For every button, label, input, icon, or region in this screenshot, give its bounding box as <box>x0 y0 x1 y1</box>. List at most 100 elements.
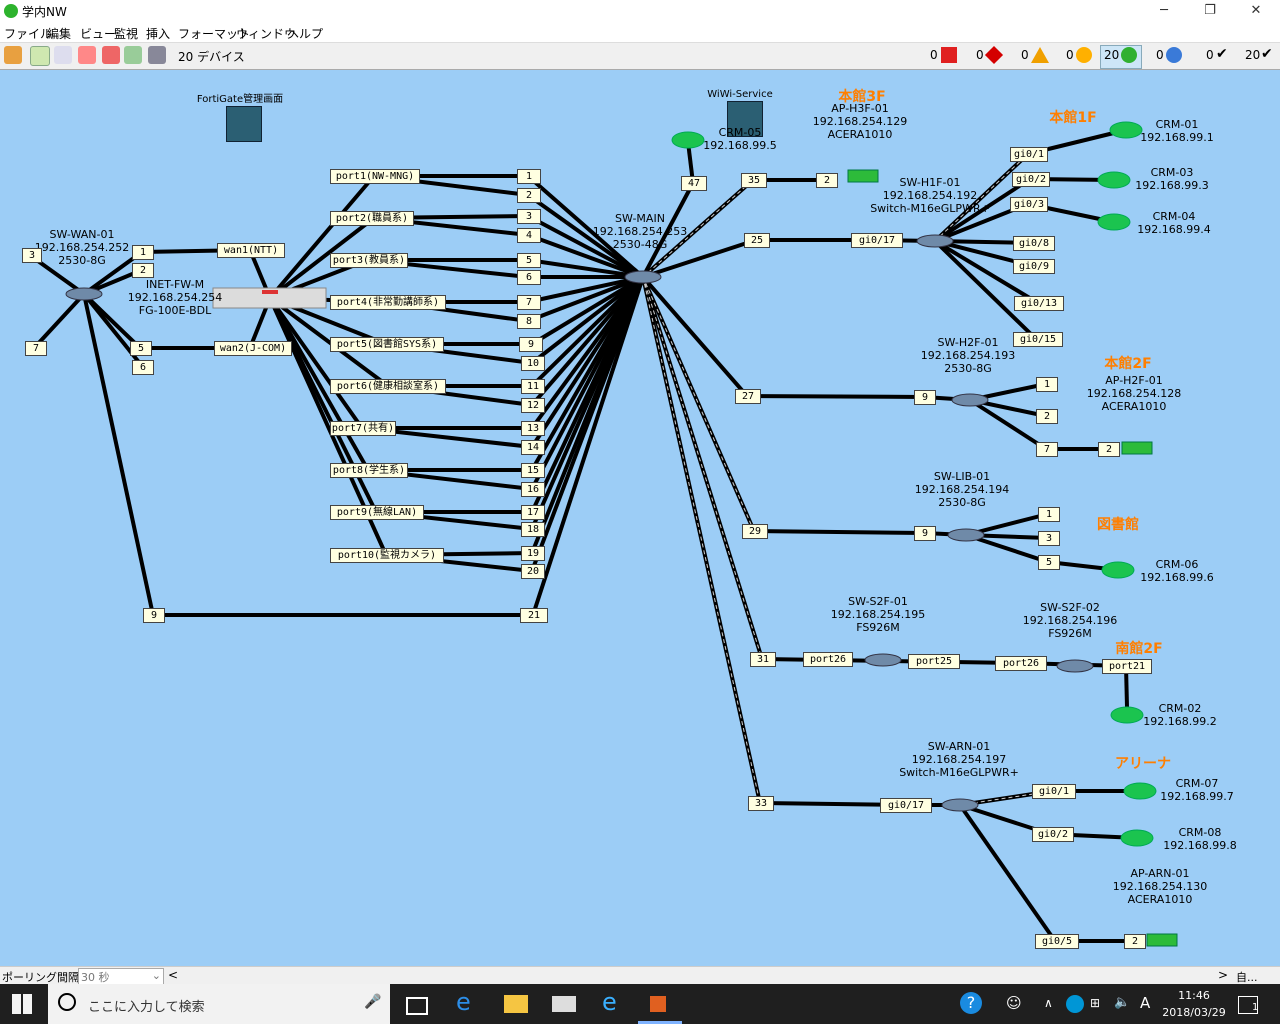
port-box[interactable]: gi0/2 <box>1032 827 1074 842</box>
warning-triangle-icon[interactable] <box>1031 47 1049 63</box>
edge-browser-icon[interactable]: e <box>456 988 480 1016</box>
port-box[interactable]: 2 <box>132 263 154 278</box>
port-box[interactable]: 2 <box>1036 409 1058 424</box>
device-label-sw-lib-01[interactable]: SW-LIB-01 192.168.254.194 2530-8G <box>915 470 1009 509</box>
port-box[interactable]: port21 <box>1102 659 1152 674</box>
task-view-icon[interactable] <box>406 997 428 1015</box>
port-box[interactable]: 6 <box>517 270 541 285</box>
port-box[interactable]: port26 <box>803 652 853 667</box>
menu-file[interactable]: ファイル <box>4 25 52 42</box>
menu-insert[interactable]: 挿入 <box>146 25 170 42</box>
network-status-icon[interactable]: ⊞ <box>1090 996 1114 1020</box>
port-box[interactable]: gi0/2 <box>1012 172 1050 187</box>
port-box[interactable]: 5 <box>130 341 152 356</box>
port-box[interactable]: 1 <box>1038 507 1060 522</box>
device-label-sw-h2f-01[interactable]: SW-H2F-01 192.168.254.193 2530-8G <box>921 336 1015 375</box>
device-label-crm-05[interactable]: CRM-05 192.168.99.5 <box>703 126 776 152</box>
port-box[interactable]: 18 <box>521 522 545 537</box>
microphone-icon[interactable]: 🎤 <box>364 994 381 1010</box>
port-box[interactable]: gi0/5 <box>1035 934 1079 949</box>
port-box[interactable]: 19 <box>521 546 545 561</box>
orange-circle-icon[interactable] <box>1076 47 1092 63</box>
port-box[interactable]: 6 <box>132 360 154 375</box>
scroll-left-icon[interactable]: < <box>168 968 178 982</box>
port-box[interactable]: 5 <box>1038 555 1060 570</box>
port-box[interactable]: port6(健康相談室系) <box>330 379 446 394</box>
check-icon[interactable]: ✔ <box>1261 46 1273 62</box>
device-label-crm-02[interactable]: CRM-02 192.168.99.2 <box>1143 702 1216 728</box>
port-box[interactable]: wan1(NTT) <box>217 243 285 258</box>
port-box[interactable]: 7 <box>1036 442 1058 457</box>
help-icon[interactable]: ? <box>960 992 982 1014</box>
device-label-crm-03[interactable]: CRM-03 192.168.99.3 <box>1135 166 1208 192</box>
port-box[interactable]: gi0/15 <box>1013 332 1063 347</box>
map-pin-icon[interactable] <box>30 46 50 66</box>
device-label-sw-main[interactable]: SW-MAIN 192.168.254.253 2530-48G <box>593 212 687 251</box>
port-box[interactable]: 11 <box>521 379 545 394</box>
chart-icon[interactable] <box>124 46 142 64</box>
check-icon[interactable]: ✔ <box>1216 46 1228 62</box>
device-label-inet-fw-m[interactable]: INET-FW-M 192.168.254.254 FG-100E-BDL <box>128 278 222 317</box>
device-label-sw-wan-01[interactable]: SW-WAN-01 192.168.254.252 2530-8G <box>35 228 129 267</box>
port-box[interactable]: 15 <box>521 463 545 478</box>
port-box[interactable]: gi0/1 <box>1010 147 1048 162</box>
port-box[interactable]: 8 <box>517 314 541 329</box>
taskbar-search[interactable]: ここに入力して検索 🎤 <box>48 984 390 1024</box>
network-monitor-app-icon[interactable] <box>650 996 666 1012</box>
device-label-crm-01[interactable]: CRM-01 192.168.99.1 <box>1140 118 1213 144</box>
port-box[interactable]: port8(学生系) <box>330 463 408 478</box>
port-box[interactable]: 33 <box>748 796 774 811</box>
device-label-crm-07[interactable]: CRM-07 192.168.99.7 <box>1160 777 1233 803</box>
clock[interactable]: 11:46 2018/03/29 <box>1162 987 1226 1021</box>
port-box[interactable]: gi0/3 <box>1010 197 1048 212</box>
device-label-crm-04[interactable]: CRM-04 192.168.99.4 <box>1137 210 1210 236</box>
port-box[interactable]: port5(図書館SYS系) <box>330 337 444 352</box>
port-box[interactable]: 4 <box>517 228 541 243</box>
list-icon[interactable] <box>54 46 72 64</box>
file-explorer-icon[interactable] <box>504 995 528 1013</box>
polling-interval-select[interactable]: 30 秒 ⌄ <box>78 968 164 985</box>
port-box[interactable]: 9 <box>519 337 543 352</box>
minimize-button[interactable]: ─ <box>1141 0 1187 22</box>
port-box[interactable]: port1(NW-MNG) <box>330 169 420 184</box>
port-box[interactable]: 17 <box>521 505 545 520</box>
port-box[interactable]: 31 <box>750 652 776 667</box>
tools-icon[interactable] <box>4 46 22 64</box>
port-box[interactable]: port9(無線LAN) <box>330 505 424 520</box>
port-box[interactable]: port7(共有) <box>330 421 396 436</box>
network-map-canvas[interactable]: FortiGate管理画面 WiWi-Service 本館3F 本館1F 本館2… <box>0 70 1280 966</box>
port-box[interactable]: 10 <box>521 356 545 371</box>
device-label-ap-arn-01[interactable]: AP-ARN-01 192.168.254.130 ACERA1010 <box>1113 867 1207 906</box>
device-label-ap-h3f-01[interactable]: AP-H3F-01 192.168.254.129 ACERA1010 <box>813 102 907 141</box>
grid-icon[interactable] <box>148 46 166 64</box>
device-label-sw-s2f-01[interactable]: SW-S2F-01 192.168.254.195 FS926M <box>831 595 925 634</box>
port-box[interactable]: 21 <box>520 608 548 623</box>
port-box[interactable]: 20 <box>521 564 545 579</box>
port-box[interactable]: port26 <box>995 656 1047 671</box>
port-box[interactable]: 29 <box>742 524 768 539</box>
port-box[interactable]: 9 <box>914 526 936 541</box>
alert-icon[interactable] <box>102 46 120 64</box>
port-box[interactable]: gi0/1 <box>1032 784 1076 799</box>
port-box[interactable]: 1 <box>1036 377 1058 392</box>
green-circle-icon[interactable] <box>1121 47 1137 63</box>
port-box[interactable]: 13 <box>521 421 545 436</box>
port-box[interactable]: port4(非常勤講師系) <box>330 295 446 310</box>
port-box[interactable]: port3(教員系) <box>330 253 408 268</box>
port-box[interactable]: 1 <box>517 169 541 184</box>
port-box[interactable]: 35 <box>741 173 767 188</box>
port-box[interactable]: 7 <box>517 295 541 310</box>
port-box[interactable]: 9 <box>143 608 165 623</box>
people-icon[interactable]: ☺ <box>1006 994 1030 1018</box>
port-box[interactable]: 3 <box>517 209 541 224</box>
restore-button[interactable]: ❐ <box>1187 0 1233 22</box>
question-icon[interactable] <box>1166 47 1182 63</box>
device-label-crm-06[interactable]: CRM-06 192.168.99.6 <box>1140 558 1213 584</box>
device-label-sw-arn-01[interactable]: SW-ARN-01 192.168.254.197 Switch-M16eGLPWR… <box>899 740 1019 779</box>
port-box[interactable]: port2(職員系) <box>330 211 414 226</box>
port-box[interactable]: 2 <box>1098 442 1120 457</box>
port-box[interactable]: 47 <box>681 176 707 191</box>
port-box[interactable]: 1 <box>132 245 154 260</box>
port-box[interactable]: 14 <box>521 440 545 455</box>
port-box[interactable]: gi0/17 <box>880 798 932 813</box>
